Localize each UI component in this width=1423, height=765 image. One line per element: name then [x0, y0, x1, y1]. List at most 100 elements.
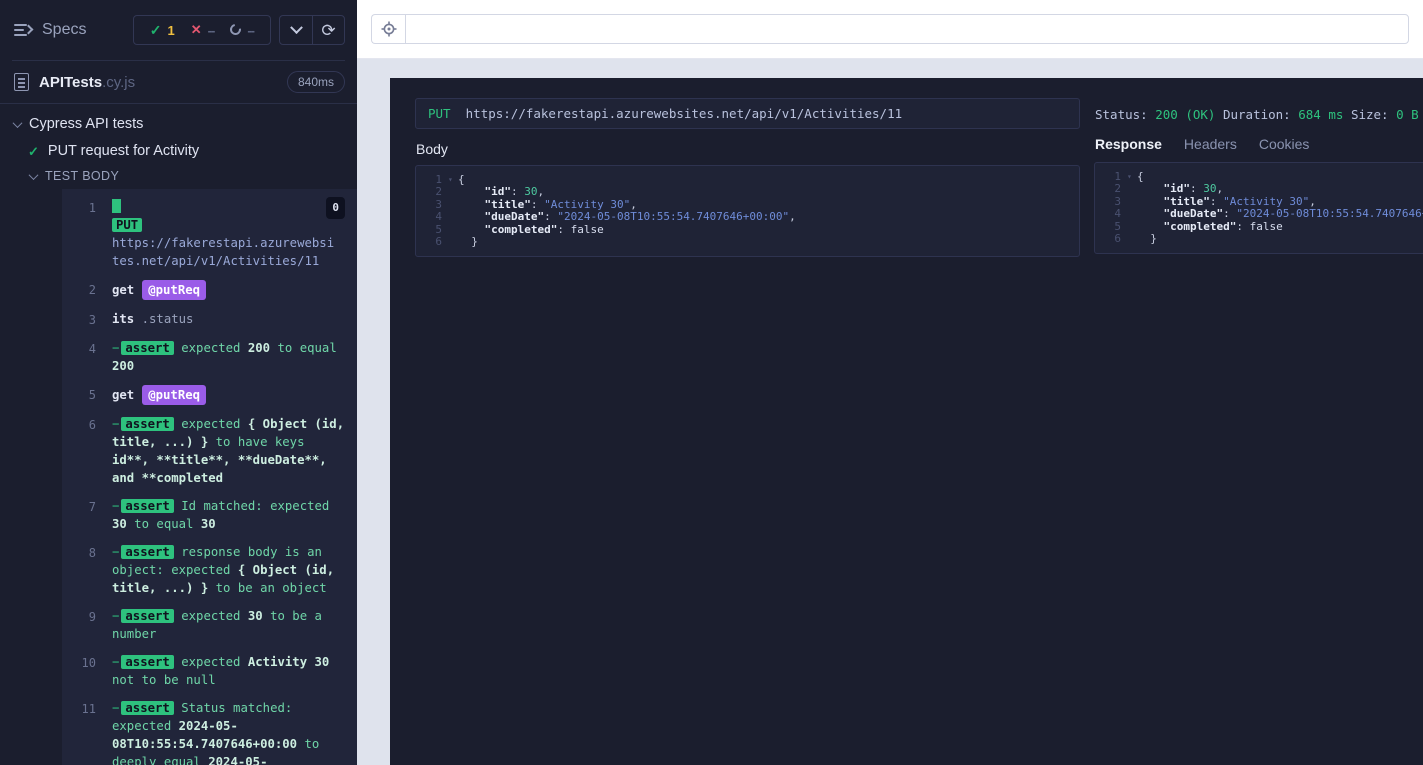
size-unit: B [1411, 107, 1419, 122]
request-url-box: PUT https://fakerestapi.azurewebsites.ne… [415, 98, 1080, 129]
aut-url-input[interactable] [405, 14, 1409, 44]
command-number: 5 [88, 388, 96, 403]
specs-button-label: Specs [42, 21, 87, 38]
response-status-line: Status: 200 (OK) Duration: 684 ms Size: … [1094, 98, 1423, 122]
fold-icon [448, 236, 458, 248]
code-line: 6 } [1095, 232, 1423, 246]
assert-text-mid: to equal [270, 341, 337, 356]
command-item[interactable]: 4 − assert expected 200 to equal 200 [62, 334, 357, 380]
command-item[interactable]: 7 − assert Id matched: expected 30 to equ… [62, 492, 357, 538]
status-value: 200 [1155, 107, 1178, 122]
command-name: its [112, 312, 135, 327]
command-name: get [112, 283, 135, 298]
fold-icon: ▾ [1127, 172, 1132, 181]
status-text: (OK) [1185, 107, 1216, 122]
line-number: 2 [1114, 182, 1121, 196]
stat-pending-value: -- [247, 22, 255, 38]
command-content: get @putReq [96, 280, 345, 301]
chevron-down-icon [28, 169, 39, 180]
assert-text-mid: not to be null [112, 673, 216, 688]
line-content: } [1137, 232, 1157, 246]
stat-failed: ✕ -- [185, 22, 221, 38]
line-number: 2 [435, 185, 442, 199]
command-item[interactable]: 9 − assert expected 30 to be a number [62, 602, 357, 648]
assert-dash-icon: − [112, 417, 120, 432]
spec-name: APITests [39, 73, 103, 91]
assert-dash-icon: − [112, 545, 120, 560]
command-item[interactable]: 3 its .status [62, 305, 357, 334]
suite-row[interactable]: Cypress API tests [0, 110, 357, 138]
api-response-panel: PUT https://fakerestapi.azurewebsites.ne… [390, 78, 1423, 765]
line-number: 6 [435, 235, 442, 249]
assert-badge: assert [121, 499, 174, 514]
api-response-inner: PUT https://fakerestapi.azurewebsites.ne… [390, 78, 1423, 765]
command-content: get @putReq [96, 385, 345, 406]
stats-bar: ✓ 1 ✕ -- -- [132, 15, 271, 45]
command-number: 1 [88, 201, 96, 216]
assert-badge: assert [121, 417, 174, 432]
command-item[interactable]: 8 − assert response body is an object: ex… [62, 538, 357, 602]
aut-panel: PUT https://fakerestapi.azurewebsites.ne… [357, 0, 1423, 765]
assert-text-before: Id matched: expected [181, 499, 330, 514]
command-item[interactable]: 6 − assert expected { Object (id, title, … [62, 410, 357, 492]
spec-header: APITests.cy.js 840ms [0, 61, 357, 103]
assert-badge: assert [121, 545, 174, 560]
fold-icon [448, 211, 458, 223]
tab-cookies[interactable]: Cookies [1259, 136, 1310, 152]
command-number: 2 [88, 283, 96, 298]
file-icon [14, 73, 29, 92]
command-number: 11 [81, 702, 96, 717]
command-number: 6 [88, 418, 96, 433]
assert-text-before: expected [181, 341, 248, 356]
spinner-icon [228, 21, 244, 38]
tab-response[interactable]: Response [1095, 136, 1162, 152]
command-item[interactable]: 2 get @putReq [62, 275, 357, 305]
tab-headers[interactable]: Headers [1184, 136, 1237, 152]
command-log: 1 PUT https://fakerestapi.azurewebsi tes… [62, 189, 357, 765]
command-item[interactable]: 1 PUT https://fakerestapi.azurewebsi tes… [62, 193, 357, 275]
suite-title: Cypress API tests [29, 116, 144, 133]
test-row[interactable]: ✓ PUT request for Activity [0, 138, 357, 164]
assert-dash-icon: − [112, 609, 120, 624]
stat-passed-value: 1 [167, 22, 175, 38]
command-name: get [112, 388, 135, 403]
command-item[interactable]: 11 − assert Status matched: expected 2024… [62, 694, 357, 765]
command-item[interactable]: 10 − assert expected Activity 30 not to b… [62, 648, 357, 694]
command-number: 3 [88, 313, 96, 328]
assert-text-before: expected [181, 417, 248, 432]
assert-actual: 30 [200, 517, 216, 532]
spec-title: APITests.cy.js [39, 74, 135, 91]
command-number: 7 [88, 500, 96, 515]
fold-icon [1127, 183, 1137, 195]
assert-badge: assert [121, 341, 174, 356]
specs-button[interactable]: Specs [14, 21, 86, 39]
body-label: Body [416, 141, 448, 157]
check-icon: ✓ [149, 21, 162, 38]
code-line: 6 } [416, 235, 1079, 249]
crosshair-target-icon [381, 21, 396, 37]
command-content: PUT https://fakerestapi.azurewebsi tes.n… [96, 198, 345, 270]
request-method: PUT [428, 106, 451, 121]
rerun-button[interactable]: ⟳ [312, 16, 344, 44]
command-item[interactable]: 5 get @putReq [62, 380, 357, 410]
fold-icon [448, 199, 458, 211]
command-number: 9 [88, 610, 96, 625]
command-content: − assert expected 200 to equal 200 [96, 339, 345, 375]
command-content: − assert response body is an object: expe… [96, 543, 345, 597]
aut-body: PUT https://fakerestapi.azurewebsites.ne… [357, 59, 1423, 765]
specs-list-icon [14, 23, 34, 37]
selector-playground-button[interactable] [371, 14, 405, 44]
duration-value: 684 [1298, 107, 1321, 122]
command-content: its .status [96, 310, 345, 328]
assert-actual: id**, **title**, **dueDate**, and **comp… [112, 453, 327, 486]
collapse-all-button[interactable] [280, 16, 312, 44]
hook-row[interactable]: TEST BODY [0, 164, 357, 189]
chevron-down-icon [12, 117, 23, 128]
aut-toolbar [357, 0, 1423, 59]
command-number: 8 [88, 546, 96, 561]
fold-icon [1127, 208, 1137, 220]
assert-text-mid: to be an object [208, 581, 327, 596]
request-url-text: https://fakerestapi.azurewebsites.net/ap… [465, 106, 903, 121]
assert-dash-icon: − [112, 655, 120, 670]
spec-duration-badge: 840ms [286, 71, 345, 94]
